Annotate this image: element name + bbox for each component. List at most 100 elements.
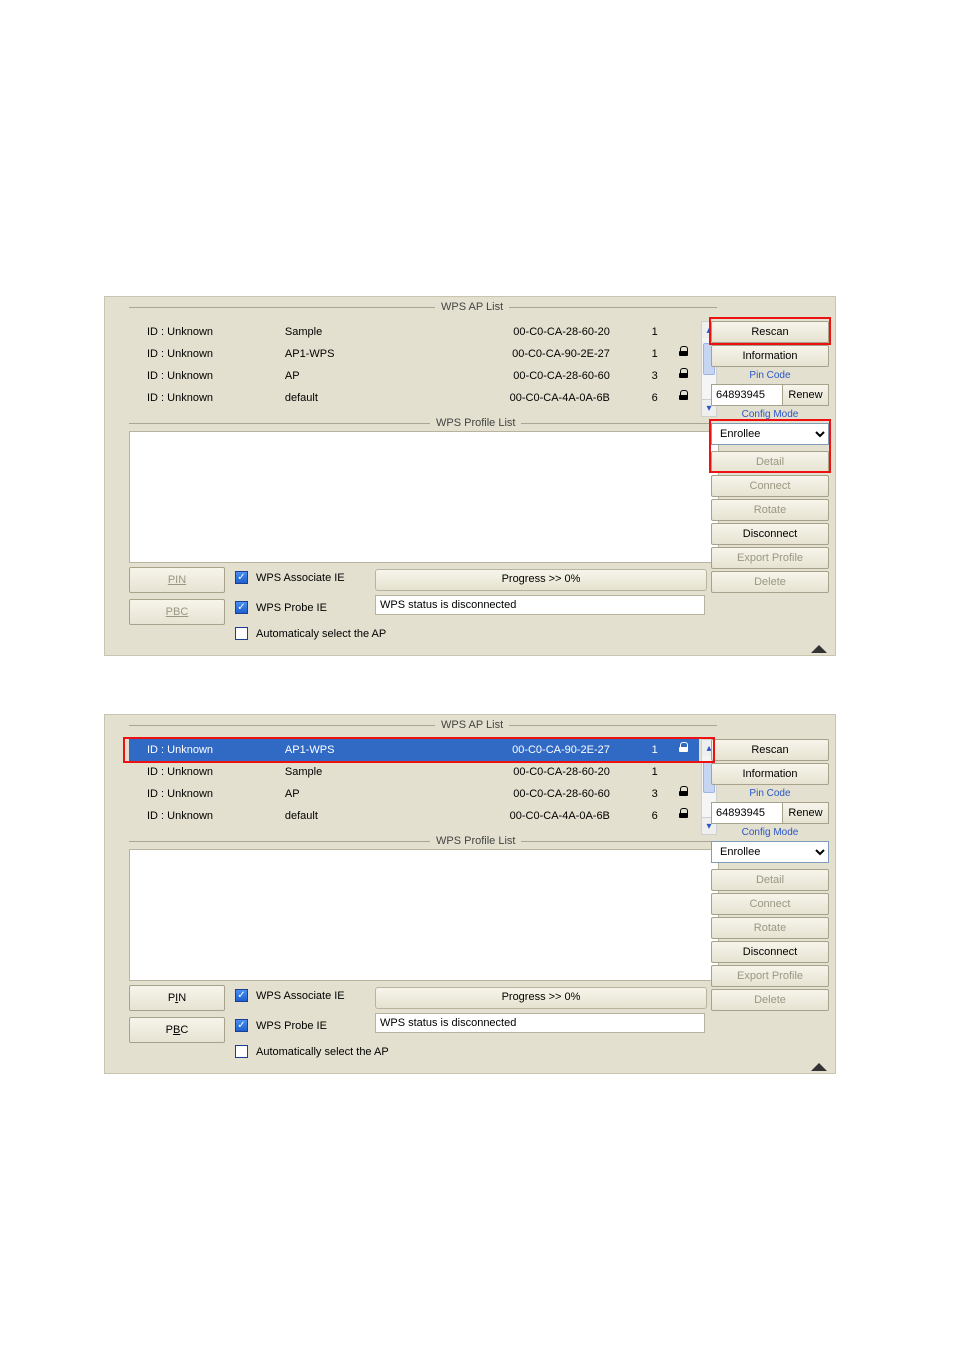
- ap-mac: 00-C0-CA-28-60-60: [442, 783, 639, 805]
- ap-channel: 6: [640, 805, 670, 827]
- ap-list-row[interactable]: ID : UnknownAP00-C0-CA-28-60-603: [129, 365, 699, 387]
- ap-list-row[interactable]: ID : UnknownAP00-C0-CA-28-60-603: [129, 783, 699, 805]
- rescan-button[interactable]: Rescan: [711, 739, 829, 761]
- ap-lock: [669, 387, 699, 409]
- checkbox-icon: [235, 989, 248, 1002]
- renew-button[interactable]: Renew: [783, 802, 829, 824]
- wps-status: WPS status is disconnected: [375, 1013, 705, 1033]
- collapse-icon[interactable]: [803, 645, 835, 655]
- ap-id: ID : Unknown: [129, 761, 285, 783]
- ap-list: ID : UnknownSample00-C0-CA-28-60-201ID :…: [129, 321, 699, 417]
- renew-button[interactable]: Renew: [783, 384, 829, 406]
- ap-lock: [669, 739, 699, 761]
- ap-list-divider: [129, 307, 717, 308]
- rotate-button: Rotate: [711, 499, 829, 521]
- wps-probe-ie-checkbox[interactable]: WPS Probe IE: [235, 1019, 327, 1032]
- connect-button: Connect: [711, 475, 829, 497]
- export-profile-button: Export Profile: [711, 547, 829, 569]
- ap-list-row[interactable]: ID : UnknownSample00-C0-CA-28-60-201: [129, 761, 699, 783]
- ap-id: ID : Unknown: [129, 343, 285, 365]
- delete-button: Delete: [711, 571, 829, 593]
- ap-lock: [669, 783, 699, 805]
- wps-probe-ie-label: WPS Probe IE: [256, 602, 327, 614]
- ap-lock: [669, 365, 699, 387]
- wps-associate-ie-label: WPS Associate IE: [256, 572, 345, 584]
- disconnect-button[interactable]: Disconnect: [711, 523, 829, 545]
- profile-list-title: WPS Profile List: [430, 835, 521, 847]
- pin-code-label: Pin Code: [711, 369, 829, 383]
- lock-icon: [679, 742, 689, 753]
- ap-id: ID : Unknown: [129, 739, 285, 761]
- ap-ssid: AP: [285, 365, 443, 387]
- ap-mac: 00-C0-CA-90-2E-27: [442, 739, 639, 761]
- wps-associate-ie-checkbox[interactable]: WPS Associate IE: [235, 571, 345, 584]
- auto-select-ap-checkbox[interactable]: Automatically select the AP: [235, 1045, 389, 1058]
- wps-status: WPS status is disconnected: [375, 595, 705, 615]
- checkbox-icon: [235, 627, 248, 640]
- profile-list[interactable]: [129, 431, 719, 563]
- ap-ssid: Sample: [285, 761, 443, 783]
- ap-id: ID : Unknown: [129, 321, 285, 343]
- config-mode-label: Config Mode: [711, 826, 829, 840]
- checkbox-icon: [235, 571, 248, 584]
- ap-list-row[interactable]: ID : UnknownSample00-C0-CA-28-60-201: [129, 321, 699, 343]
- pin-code-input[interactable]: 64893945: [711, 384, 783, 406]
- disconnect-button[interactable]: Disconnect: [711, 941, 829, 963]
- detail-button: Detail: [711, 451, 829, 473]
- checkbox-icon: [235, 1045, 248, 1058]
- lock-icon: [679, 346, 689, 357]
- wps-associate-ie-checkbox[interactable]: WPS Associate IE: [235, 989, 345, 1002]
- information-button[interactable]: Information: [711, 345, 829, 367]
- wps-associate-ie-label: WPS Associate IE: [256, 990, 345, 1002]
- rescan-button[interactable]: Rescan: [711, 321, 829, 343]
- ap-channel: 3: [640, 365, 670, 387]
- ap-ssid: AP1-WPS: [285, 343, 443, 365]
- ap-id: ID : Unknown: [129, 365, 285, 387]
- ap-channel: 6: [640, 387, 670, 409]
- side-buttons: Rescan Information Pin Code 64893945 Ren…: [711, 739, 829, 1013]
- ap-mac: 00-C0-CA-90-2E-27: [442, 343, 639, 365]
- config-mode-select[interactable]: Enrollee: [711, 841, 829, 863]
- auto-select-ap-label: Automaticaly select the AP: [256, 628, 386, 640]
- ap-channel: 1: [640, 343, 670, 365]
- ap-mac: 00-C0-CA-4A-0A-6B: [442, 805, 639, 827]
- pin-code-label: Pin Code: [711, 787, 829, 801]
- ap-list-row[interactable]: ID : Unknowndefault00-C0-CA-4A-0A-6B6: [129, 387, 699, 409]
- lock-icon: [679, 368, 689, 379]
- pbc-button[interactable]: PBC: [129, 1017, 225, 1043]
- ap-list-row[interactable]: ID : UnknownAP1-WPS00-C0-CA-90-2E-271: [129, 343, 699, 365]
- ap-channel: 1: [640, 739, 670, 761]
- ap-channel: 1: [640, 321, 670, 343]
- ap-list-title: WPS AP List: [435, 719, 509, 731]
- collapse-icon[interactable]: [803, 1063, 835, 1073]
- ap-mac: 00-C0-CA-28-60-20: [442, 321, 639, 343]
- config-mode-label: Config Mode: [711, 408, 829, 422]
- ap-list-row[interactable]: ID : Unknowndefault00-C0-CA-4A-0A-6B6: [129, 805, 699, 827]
- checkbox-icon: [235, 601, 248, 614]
- connect-button: Connect: [711, 893, 829, 915]
- ap-ssid: Sample: [285, 321, 443, 343]
- ap-ssid: AP: [285, 783, 443, 805]
- pbc-button: PBC: [129, 599, 225, 625]
- ap-ssid: AP1-WPS: [285, 739, 443, 761]
- ap-lock: [669, 805, 699, 827]
- pin-code-input[interactable]: 64893945: [711, 802, 783, 824]
- profile-list-title: WPS Profile List: [430, 417, 521, 429]
- ap-mac: 00-C0-CA-28-60-60: [442, 365, 639, 387]
- auto-select-ap-checkbox[interactable]: Automaticaly select the AP: [235, 627, 386, 640]
- profile-list[interactable]: [129, 849, 719, 981]
- lock-icon: [679, 390, 689, 401]
- ap-ssid: default: [285, 805, 443, 827]
- ap-list-row[interactable]: ID : UnknownAP1-WPS00-C0-CA-90-2E-271: [129, 739, 699, 761]
- wps-panel-1: WPS AP List ID : UnknownSample00-C0-CA-2…: [104, 296, 836, 656]
- wps-probe-ie-label: WPS Probe IE: [256, 1020, 327, 1032]
- information-button[interactable]: Information: [711, 763, 829, 785]
- wps-panel-2: WPS AP List ID : UnknownAP1-WPS00-C0-CA-…: [104, 714, 836, 1074]
- progress-bar: Progress >> 0%: [375, 569, 707, 591]
- config-mode-select[interactable]: Enrollee: [711, 423, 829, 445]
- wps-probe-ie-checkbox[interactable]: WPS Probe IE: [235, 601, 327, 614]
- detail-button: Detail: [711, 869, 829, 891]
- ap-id: ID : Unknown: [129, 387, 285, 409]
- ap-id: ID : Unknown: [129, 783, 285, 805]
- pin-button[interactable]: PIN: [129, 985, 225, 1011]
